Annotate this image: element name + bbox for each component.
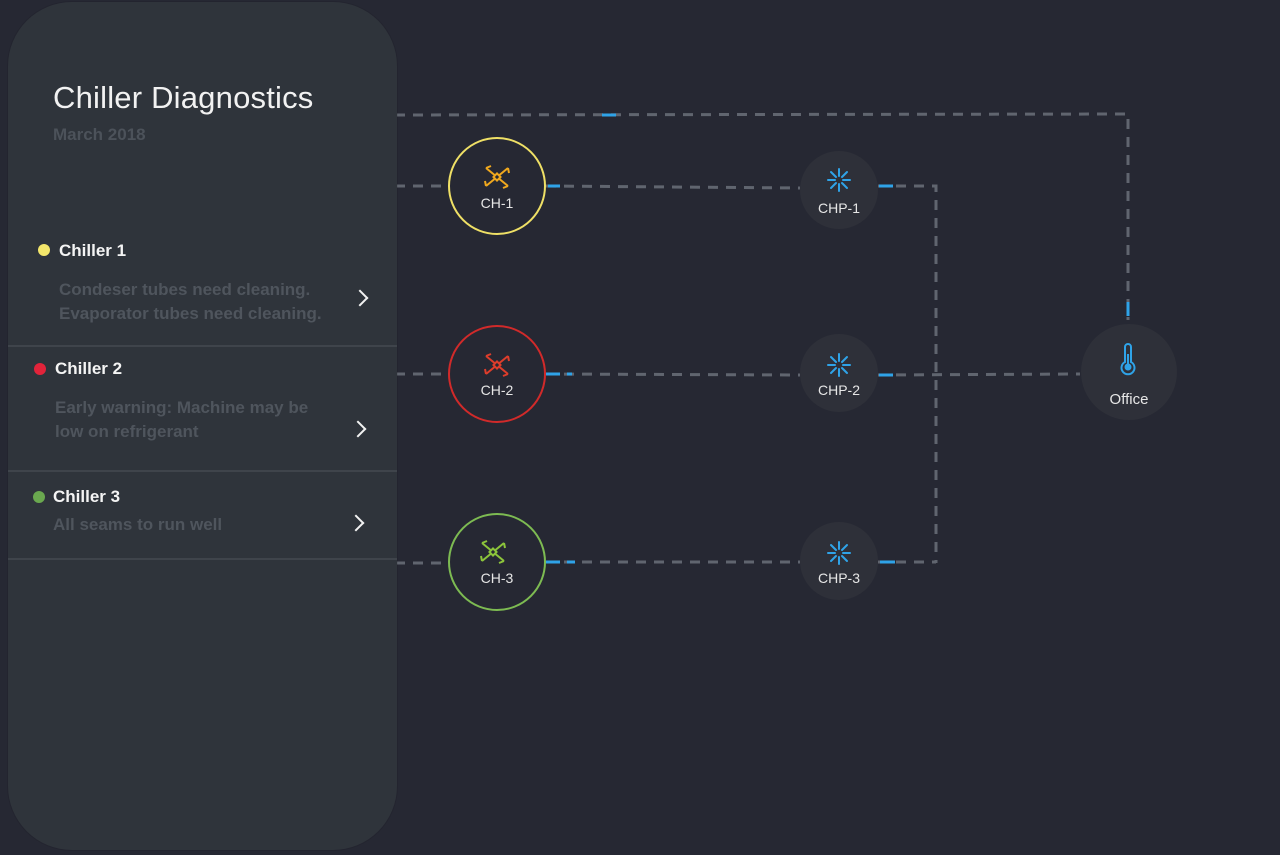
office-node-label: Office [1110, 391, 1149, 408]
chiller-list-item-1[interactable]: Chiller 1 Condeser tubes need cleaning. … [8, 224, 397, 347]
pump-node-label: CHP-2 [818, 382, 860, 398]
pump-node-label: CHP-1 [818, 200, 860, 216]
chiller-node-ring [448, 137, 546, 235]
chiller-node-ch2[interactable]: CH-2 [448, 325, 546, 423]
chevron-right-icon[interactable] [347, 514, 365, 532]
chiller-message-line: Early warning: Machine may be [55, 398, 309, 417]
chiller-node-label: CH-2 [481, 382, 514, 398]
chiller-name: Chiller 2 [55, 359, 123, 378]
chiller-message: Early warning: Machine may be low on ref… [55, 396, 308, 444]
pump-node-chp2[interactable]: CHP-2 [800, 334, 878, 412]
pipe-ch1-chp1 [545, 184, 801, 190]
chiller-node-ch3[interactable]: CH-3 [448, 513, 546, 611]
chiller-message-line: Evaporator tubes need cleaning. [59, 304, 322, 323]
page-title: Chiller Diagnostics [53, 80, 314, 115]
office-node[interactable]: Office [1081, 324, 1177, 420]
pump-node-chp1[interactable]: CHP-1 [800, 151, 878, 229]
chiller-message-line: Condeser tubes need cleaning. [59, 280, 311, 299]
chiller-message-line: low on refrigerant [55, 422, 199, 441]
chiller-name: Chiller 3 [53, 487, 121, 506]
chiller-list-item-2[interactable]: Chiller 2 Early warning: Machine may be … [8, 347, 397, 472]
chiller-node-label: CH-1 [481, 195, 514, 211]
pump-node-label: CHP-3 [818, 570, 860, 586]
pipe-ch2-chp2 [545, 372, 801, 377]
status-dot [34, 363, 46, 375]
chiller-node-label: CH-3 [481, 570, 514, 586]
chiller-message-line: All seams to run well [53, 515, 223, 534]
chiller-name: Chiller 1 [59, 241, 127, 260]
chiller-node-ring [448, 325, 546, 423]
chiller-message: All seams to run well [53, 513, 222, 537]
chiller-node-ring [448, 513, 546, 611]
pump-node-chp3[interactable]: CHP-3 [800, 522, 878, 600]
date-subtitle: March 2018 [53, 125, 146, 144]
chevron-right-icon[interactable] [349, 420, 367, 438]
chiller-message: Condeser tubes need cleaning. Evaporator… [59, 278, 322, 326]
chiller-list-item-3[interactable]: Chiller 3 All seams to run well [8, 472, 397, 560]
diagnostics-panel: Chiller Diagnostics March 2018 Chiller 1… [8, 2, 397, 850]
pipe-chp2-office [877, 372, 1081, 377]
chiller-node-ch1[interactable]: CH-1 [448, 137, 546, 235]
status-dot [33, 491, 45, 503]
chevron-right-icon[interactable] [351, 289, 369, 307]
status-dot [38, 244, 50, 256]
